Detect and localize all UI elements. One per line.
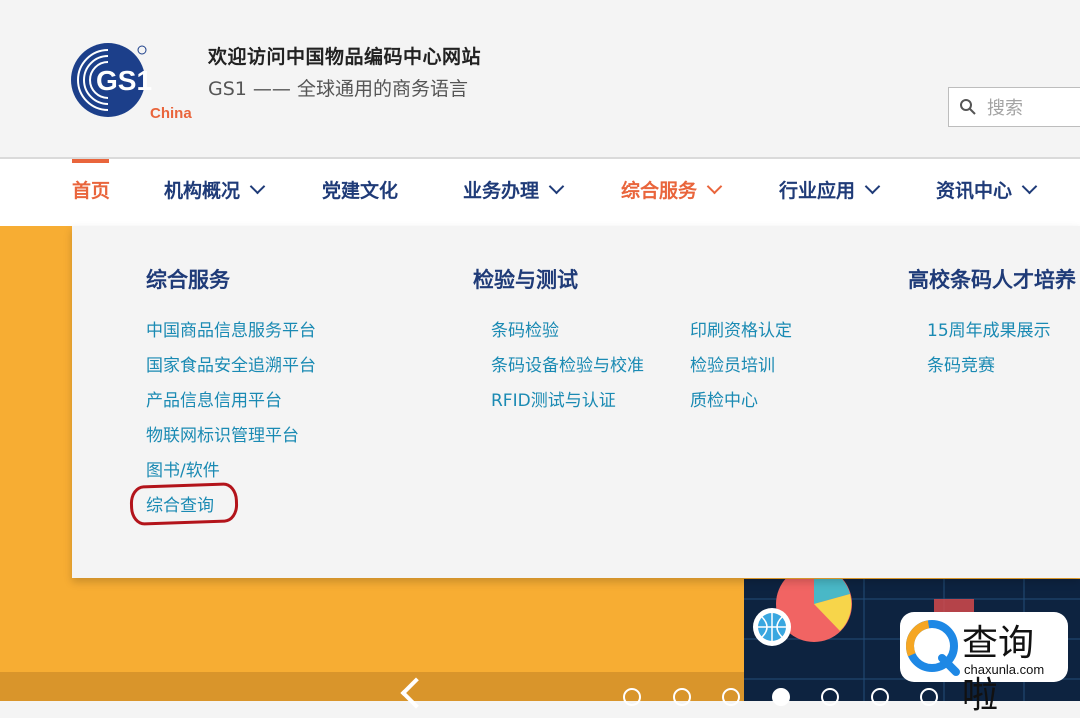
dropdown-heading-talent[interactable]: 高校条码人才培养 bbox=[908, 264, 1076, 294]
nav-item-home[interactable]: 首页 bbox=[72, 159, 110, 226]
nav-item-about[interactable]: 机构概况 bbox=[164, 159, 266, 226]
chaxunla-watermark: 查询啦 chaxunla.com bbox=[900, 612, 1068, 716]
dropdown-link[interactable]: 质检中心 bbox=[690, 386, 758, 411]
carousel-dot[interactable] bbox=[871, 688, 889, 706]
dropdown-link[interactable]: RFID测试与认证 bbox=[491, 386, 616, 411]
nav-item-label: 机构概况 bbox=[164, 180, 241, 202]
chevron-down-icon bbox=[249, 178, 266, 195]
dropdown-link[interactable]: 条码竞赛 bbox=[927, 351, 995, 376]
dropdown-link[interactable]: 物联网标识管理平台 bbox=[146, 421, 299, 446]
carousel-dot-active[interactable] bbox=[772, 688, 790, 706]
carousel-dot[interactable] bbox=[722, 688, 740, 706]
chevron-down-icon bbox=[1021, 178, 1038, 195]
nav-item-business[interactable]: 业务办理 bbox=[463, 159, 565, 226]
dropdown-link[interactable]: 国家食品安全追溯平台 bbox=[146, 351, 316, 376]
nav-item-label: 资讯中心 bbox=[936, 180, 1013, 202]
watermark-q-icon bbox=[906, 620, 960, 676]
search-box[interactable] bbox=[948, 87, 1080, 127]
nav-item-label: 行业应用 bbox=[779, 180, 856, 202]
search-icon[interactable] bbox=[959, 98, 977, 116]
carousel-dot[interactable] bbox=[821, 688, 839, 706]
nav-item-label: 党建文化 bbox=[322, 180, 399, 202]
services-dropdown-menu: 综合服务 中国商品信息服务平台 国家食品安全追溯平台 产品信息信用平台 物联网标… bbox=[72, 226, 1080, 578]
dropdown-link[interactable]: 中国商品信息服务平台 bbox=[146, 316, 316, 341]
search-input[interactable] bbox=[985, 94, 1080, 122]
carousel-dot[interactable] bbox=[673, 688, 691, 706]
chevron-down-icon bbox=[548, 178, 565, 195]
site-title: 欢迎访问中国物品编码中心网站 bbox=[208, 46, 482, 68]
watermark-subtext: chaxunla.com bbox=[964, 662, 1045, 677]
carousel-dot[interactable] bbox=[623, 688, 641, 706]
nav-item-label: 首页 bbox=[72, 180, 111, 202]
dropdown-link[interactable]: 检验员培训 bbox=[690, 351, 775, 376]
logo-sub-text: China bbox=[150, 105, 192, 122]
dropdown-link[interactable]: 条码检验 bbox=[491, 316, 559, 341]
carousel-dot[interactable] bbox=[920, 688, 938, 706]
dropdown-link[interactable]: 条码设备检验与校准 bbox=[491, 351, 644, 376]
nav-item-label: 综合服务 bbox=[621, 180, 698, 202]
dropdown-heading-services[interactable]: 综合服务 bbox=[146, 264, 230, 294]
dropdown-link[interactable]: 图书/软件 bbox=[146, 456, 220, 481]
logo-mark-text: GS1 bbox=[96, 65, 152, 96]
chevron-down-icon bbox=[864, 178, 881, 195]
nav-item-services[interactable]: 综合服务 bbox=[621, 159, 723, 226]
gs1-china-logo[interactable]: GS1 China bbox=[70, 42, 198, 122]
nav-item-label: 业务办理 bbox=[463, 180, 540, 202]
dropdown-link[interactable]: 15周年成果展示 bbox=[927, 316, 1051, 341]
highlight-annotation-oval bbox=[129, 482, 239, 526]
dropdown-heading-testing[interactable]: 检验与测试 bbox=[473, 264, 578, 294]
dropdown-link[interactable]: 产品信息信用平台 bbox=[146, 386, 282, 411]
site-header: GS1 China 欢迎访问中国物品编码中心网站 GS1 —— 全球通用的商务语… bbox=[0, 0, 1080, 159]
nav-item-industry[interactable]: 行业应用 bbox=[779, 159, 881, 226]
dropdown-link[interactable]: 印刷资格认定 bbox=[690, 316, 792, 341]
main-nav: 首页 机构概况 党建文化 业务办理 综合服务 行业应用 资讯中心 bbox=[0, 159, 1080, 226]
chevron-down-icon bbox=[706, 178, 723, 195]
nav-item-party-culture[interactable]: 党建文化 bbox=[322, 159, 398, 226]
nav-item-news[interactable]: 资讯中心 bbox=[936, 159, 1038, 226]
site-slogan: GS1 —— 全球通用的商务语言 bbox=[208, 78, 468, 100]
